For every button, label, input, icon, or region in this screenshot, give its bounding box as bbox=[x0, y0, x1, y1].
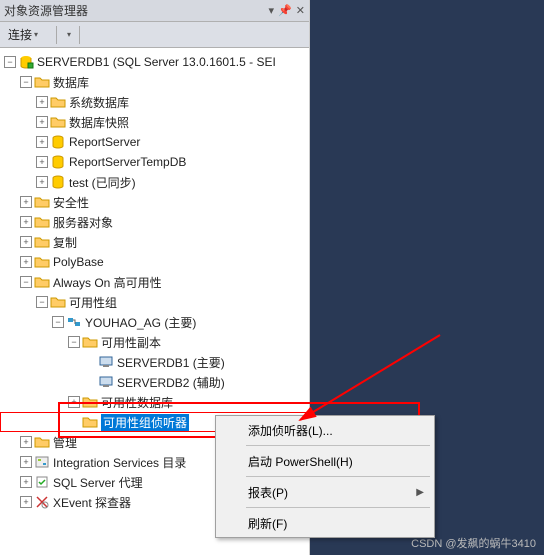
folder-icon bbox=[50, 94, 66, 110]
menu-powershell[interactable]: 启动 PowerShell(H) bbox=[218, 449, 432, 473]
menu-refresh[interactable]: 刷新(F) bbox=[218, 511, 432, 535]
menu-reports[interactable]: 报表(P)▶ bbox=[218, 480, 432, 504]
menu-separator bbox=[246, 445, 430, 446]
replication-node[interactable]: + 复制 bbox=[0, 232, 309, 252]
context-menu: 添加侦听器(L)... 启动 PowerShell(H) 报表(P)▶ 刷新(F… bbox=[215, 415, 435, 538]
expand-icon[interactable]: + bbox=[20, 456, 32, 468]
panel-title-bar: 对象资源管理器 ▾ 📌 ✕ bbox=[0, 0, 309, 22]
ssis-icon bbox=[34, 454, 50, 470]
collapse-icon[interactable]: − bbox=[20, 76, 32, 88]
refresh-button[interactable] bbox=[94, 33, 102, 37]
folder-icon bbox=[34, 74, 50, 90]
polybase-node[interactable]: + PolyBase bbox=[0, 252, 309, 272]
replica-icon bbox=[98, 374, 114, 390]
folder-icon bbox=[34, 434, 50, 450]
expand-icon[interactable]: + bbox=[20, 496, 32, 508]
sysdb-node[interactable]: + 系统数据库 bbox=[0, 92, 309, 112]
folder-icon bbox=[34, 254, 50, 270]
replica1-node[interactable]: SERVERDB1 (主要) bbox=[0, 352, 309, 372]
expand-icon[interactable]: + bbox=[36, 96, 48, 108]
disconnect-button[interactable] bbox=[44, 33, 52, 37]
expand-icon[interactable]: + bbox=[36, 116, 48, 128]
expand-icon[interactable]: + bbox=[20, 476, 32, 488]
collapse-icon[interactable]: − bbox=[36, 296, 48, 308]
collapse-icon[interactable]: − bbox=[68, 336, 80, 348]
folder-icon bbox=[34, 194, 50, 210]
expand-icon[interactable]: + bbox=[36, 176, 48, 188]
stop-button[interactable]: ▾ bbox=[61, 28, 75, 41]
folder-icon bbox=[50, 114, 66, 130]
submenu-arrow-icon: ▶ bbox=[416, 487, 424, 498]
filter-button[interactable] bbox=[84, 33, 92, 37]
security-node[interactable]: + 安全性 bbox=[0, 192, 309, 212]
folder-icon bbox=[82, 394, 98, 410]
folder-icon bbox=[34, 234, 50, 250]
database-icon bbox=[50, 134, 66, 150]
database-icon bbox=[50, 174, 66, 190]
panel-controls: ▾ 📌 ✕ bbox=[269, 4, 305, 17]
expand-icon[interactable]: + bbox=[20, 216, 32, 228]
collapse-icon[interactable]: − bbox=[52, 316, 64, 328]
agent-icon bbox=[34, 474, 50, 490]
expand-icon[interactable]: + bbox=[20, 236, 32, 248]
ag-name-node[interactable]: − YOUHAO_AG (主要) bbox=[0, 312, 309, 332]
expand-icon[interactable]: + bbox=[36, 156, 48, 168]
expand-icon[interactable]: + bbox=[68, 396, 80, 408]
script-button[interactable] bbox=[104, 33, 112, 37]
menu-add-listener[interactable]: 添加侦听器(L)... bbox=[218, 418, 432, 442]
databases-node[interactable]: − 数据库 bbox=[0, 72, 309, 92]
menu-separator bbox=[246, 476, 430, 477]
collapse-icon[interactable]: − bbox=[4, 56, 16, 68]
dropdown-icon[interactable]: ▾ bbox=[269, 4, 275, 17]
expand-icon[interactable]: + bbox=[20, 196, 32, 208]
folder-icon bbox=[34, 274, 50, 290]
ag-icon bbox=[66, 314, 82, 330]
folder-icon bbox=[82, 334, 98, 350]
reportservertmp-node[interactable]: + ReportServerTempDB bbox=[0, 152, 309, 172]
alwayson-node[interactable]: − Always On 高可用性 bbox=[0, 272, 309, 292]
close-icon[interactable]: ✕ bbox=[296, 4, 305, 17]
collapse-icon[interactable]: − bbox=[20, 276, 32, 288]
folder-icon bbox=[34, 214, 50, 230]
xevent-icon bbox=[34, 494, 50, 510]
expand-icon[interactable]: + bbox=[20, 436, 32, 448]
ag-group-node[interactable]: − 可用性组 bbox=[0, 292, 309, 312]
expand-icon[interactable]: + bbox=[36, 136, 48, 148]
connect-button[interactable]: 连接▾ bbox=[4, 24, 42, 45]
menu-separator bbox=[246, 507, 430, 508]
folder-icon bbox=[82, 414, 98, 430]
folder-icon bbox=[50, 294, 66, 310]
panel-title: 对象资源管理器 bbox=[4, 2, 88, 19]
toolbar: 连接▾ ▾ bbox=[0, 22, 309, 48]
snapshot-node[interactable]: + 数据库快照 bbox=[0, 112, 309, 132]
replica2-node[interactable]: SERVERDB2 (辅助) bbox=[0, 372, 309, 392]
replicas-node[interactable]: − 可用性副本 bbox=[0, 332, 309, 352]
replica-icon bbox=[98, 354, 114, 370]
database-icon bbox=[50, 154, 66, 170]
expand-icon[interactable]: + bbox=[20, 256, 32, 268]
reportserver-node[interactable]: + ReportServer bbox=[0, 132, 309, 152]
pin-icon[interactable]: 📌 bbox=[278, 4, 292, 17]
test-db-node[interactable]: + test (已同步) bbox=[0, 172, 309, 192]
serverobjects-node[interactable]: + 服务器对象 bbox=[0, 212, 309, 232]
server-icon bbox=[18, 54, 34, 70]
server-node[interactable]: − SERVERDB1 (SQL Server 13.0.1601.5 - SE… bbox=[0, 52, 309, 72]
ag-databases-node[interactable]: + 可用性数据库 bbox=[0, 392, 309, 412]
